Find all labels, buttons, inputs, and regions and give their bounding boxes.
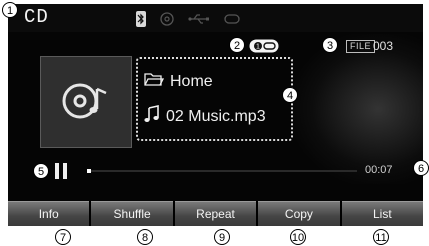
album-art — [40, 56, 132, 148]
callout-5: 5 — [33, 163, 49, 179]
callout-2: 2 — [229, 37, 245, 53]
folder-row: Home — [144, 71, 213, 92]
status-bar: CD — [8, 4, 423, 32]
elapsed-time: 00:07 — [365, 164, 393, 176]
track-row: 02 Music.mp3 — [144, 105, 266, 128]
track-name: 02 Music.mp3 — [166, 107, 266, 125]
copy-button[interactable]: Copy — [258, 201, 340, 226]
repeat-icon: 1 — [249, 39, 279, 58]
list-button[interactable]: List — [341, 201, 423, 226]
repeat-button[interactable]: Repeat — [174, 201, 257, 226]
bluetooth-icon — [136, 11, 146, 27]
callout-10: 10 — [290, 229, 306, 245]
disc-music-icon — [61, 79, 111, 130]
background-glow — [293, 34, 423, 184]
callout-6: 6 — [413, 160, 429, 176]
callout-9: 9 — [214, 229, 230, 245]
callout-1: 1 — [2, 2, 18, 18]
callout-4: 4 — [282, 87, 298, 103]
callout-3: 3 — [322, 37, 338, 53]
folder-name: Home — [170, 72, 213, 90]
file-number: 003 — [373, 39, 394, 53]
info-button[interactable]: Info — [8, 201, 90, 226]
pause-button[interactable] — [55, 163, 67, 179]
shuffle-button[interactable]: Shuffle — [91, 201, 173, 226]
status-icons — [136, 11, 240, 27]
source-title: CD — [24, 6, 49, 28]
progress-bar[interactable] — [87, 169, 357, 173]
aux-icon — [224, 14, 240, 24]
bottom-menu: Info Shuffle Repeat Copy List — [8, 201, 423, 226]
media-screen: CD 1 FILE 003 Home 02 Music.mp3 00:07 In… — [8, 4, 423, 226]
disc-icon — [160, 12, 174, 26]
file-label: FILE — [346, 40, 376, 53]
track-info-panel: Home 02 Music.mp3 — [136, 57, 293, 141]
callout-7: 7 — [55, 229, 71, 245]
progress-fill — [87, 169, 91, 173]
music-note-icon — [144, 105, 160, 128]
callout-11: 11 — [373, 229, 389, 245]
svg-text:1: 1 — [256, 44, 260, 51]
callout-8: 8 — [137, 229, 153, 245]
folder-icon — [144, 71, 165, 92]
usb-icon — [188, 13, 210, 25]
